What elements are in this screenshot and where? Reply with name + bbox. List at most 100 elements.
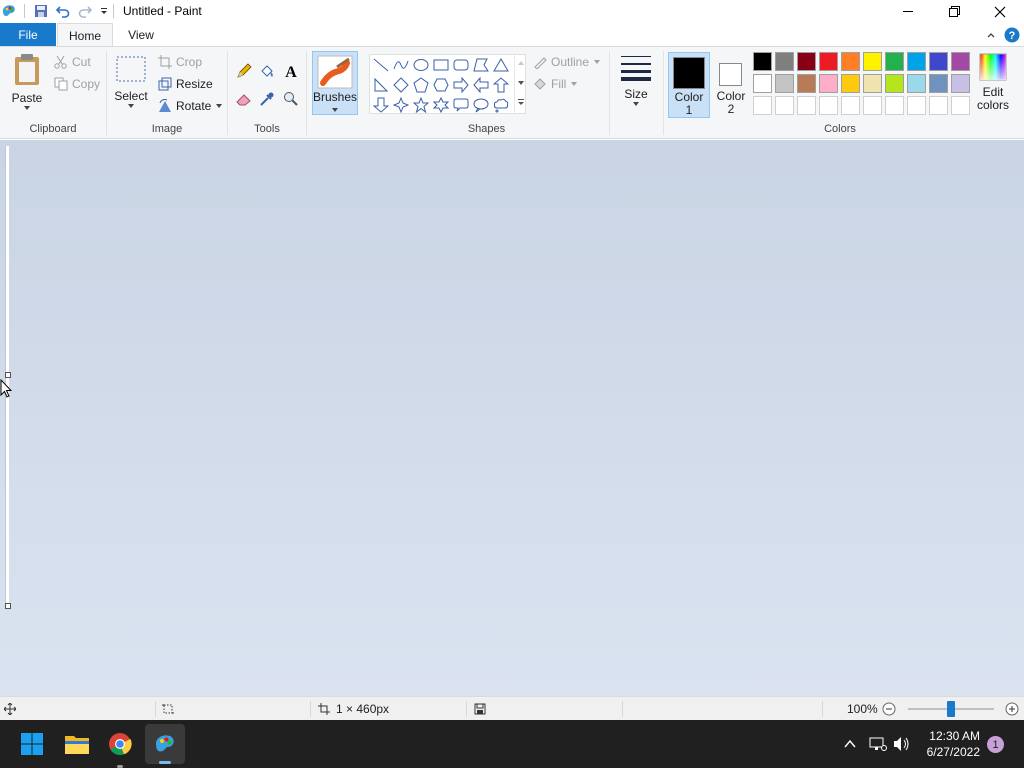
- rotate-button[interactable]: Rotate: [158, 96, 223, 116]
- zoom-in-icon[interactable]: [1005, 702, 1019, 716]
- shapes-scrollbar[interactable]: [514, 55, 526, 113]
- paint-app-icon[interactable]: [0, 2, 18, 20]
- palette-swatch[interactable]: [753, 52, 772, 71]
- resize-handle-corner[interactable]: [5, 603, 11, 609]
- resize-handle-right[interactable]: [5, 372, 11, 378]
- network-icon[interactable]: [869, 736, 887, 752]
- tab-file[interactable]: File: [0, 23, 56, 46]
- custom-color-slot[interactable]: [841, 96, 860, 115]
- line-shape-icon[interactable]: [371, 55, 391, 75]
- diamond-shape-icon[interactable]: [391, 75, 411, 95]
- custom-color-slot[interactable]: [929, 96, 948, 115]
- color-picker-icon[interactable]: [256, 88, 278, 110]
- rectangle-shape-icon[interactable]: [431, 55, 451, 75]
- palette-swatch[interactable]: [907, 52, 926, 71]
- restore-button[interactable]: [931, 0, 977, 23]
- paste-button[interactable]: Paste: [8, 53, 46, 119]
- oval-callout-shape-icon[interactable]: [471, 95, 491, 115]
- five-point-star-shape-icon[interactable]: [411, 95, 431, 115]
- palette-swatch[interactable]: [797, 52, 816, 71]
- palette-swatch[interactable]: [841, 52, 860, 71]
- right-triangle-shape-icon[interactable]: [371, 75, 391, 95]
- pencil-icon[interactable]: [233, 60, 255, 82]
- select-button[interactable]: Select: [114, 55, 148, 119]
- canvas-workspace[interactable]: [0, 140, 1024, 696]
- paint-taskbar-icon[interactable]: [145, 724, 185, 764]
- customize-qa-icon[interactable]: [95, 2, 113, 20]
- palette-swatch[interactable]: [819, 74, 838, 93]
- fill-icon[interactable]: [256, 60, 278, 82]
- custom-color-slot[interactable]: [775, 96, 794, 115]
- curve-shape-icon[interactable]: [391, 55, 411, 75]
- help-icon[interactable]: ?: [1003, 26, 1021, 44]
- palette-swatch[interactable]: [951, 74, 970, 93]
- scroll-up-icon[interactable]: [516, 59, 526, 67]
- palette-swatch[interactable]: [775, 74, 794, 93]
- size-button[interactable]: Size: [617, 53, 655, 117]
- undo-icon[interactable]: [54, 2, 72, 20]
- file-explorer-icon[interactable]: [61, 728, 93, 760]
- palette-swatch[interactable]: [863, 52, 882, 71]
- scroll-down-icon[interactable]: [516, 79, 526, 87]
- zoom-slider-thumb[interactable]: [947, 701, 955, 717]
- clock[interactable]: 12:30 AM 6/27/2022: [927, 728, 980, 760]
- brushes-button[interactable]: Brushes: [312, 51, 358, 115]
- custom-color-slot[interactable]: [797, 96, 816, 115]
- outline-button[interactable]: Outline: [533, 52, 601, 72]
- text-icon[interactable]: A: [280, 60, 302, 82]
- fill-button[interactable]: Fill: [533, 74, 578, 94]
- edit-colors-button[interactable]: Edit colors: [974, 53, 1012, 117]
- custom-color-slot[interactable]: [885, 96, 904, 115]
- left-arrow-shape-icon[interactable]: [471, 75, 491, 95]
- notification-badge[interactable]: 1: [987, 736, 1004, 753]
- show-hidden-icons-icon[interactable]: [843, 737, 857, 751]
- palette-swatch[interactable]: [907, 74, 926, 93]
- cut-button[interactable]: Cut: [54, 52, 91, 72]
- palette-swatch[interactable]: [929, 74, 948, 93]
- redo-icon[interactable]: [76, 2, 94, 20]
- oval-shape-icon[interactable]: [411, 55, 431, 75]
- resize-button[interactable]: Resize: [158, 74, 213, 94]
- right-arrow-shape-icon[interactable]: [451, 75, 471, 95]
- tab-home[interactable]: Home: [57, 23, 113, 47]
- chrome-icon[interactable]: [104, 728, 136, 768]
- volume-icon[interactable]: [893, 736, 911, 752]
- crop-button[interactable]: Crop: [158, 52, 202, 72]
- custom-color-slot[interactable]: [951, 96, 970, 115]
- rounded-callout-shape-icon[interactable]: [451, 95, 471, 115]
- eraser-icon[interactable]: [233, 88, 255, 110]
- palette-swatch[interactable]: [841, 74, 860, 93]
- hexagon-shape-icon[interactable]: [431, 75, 451, 95]
- close-button[interactable]: [977, 0, 1023, 23]
- palette-swatch[interactable]: [885, 52, 904, 71]
- custom-color-slot[interactable]: [863, 96, 882, 115]
- palette-swatch[interactable]: [819, 52, 838, 71]
- copy-button[interactable]: Copy: [54, 74, 100, 94]
- minimize-ribbon-icon[interactable]: [982, 26, 1000, 44]
- four-point-star-shape-icon[interactable]: [391, 95, 411, 115]
- six-point-star-shape-icon[interactable]: [431, 95, 451, 115]
- cloud-callout-shape-icon[interactable]: [491, 95, 511, 115]
- color1-button[interactable]: Color 1: [668, 52, 710, 118]
- minimize-button[interactable]: [885, 0, 931, 23]
- down-arrow-shape-icon[interactable]: [371, 95, 391, 115]
- tab-view[interactable]: View: [118, 23, 164, 46]
- windows-start-icon[interactable]: [16, 728, 48, 760]
- palette-swatch[interactable]: [753, 74, 772, 93]
- polygon-shape-icon[interactable]: [471, 55, 491, 75]
- magnifier-icon[interactable]: [280, 88, 302, 110]
- custom-color-slot[interactable]: [907, 96, 926, 115]
- triangle-shape-icon[interactable]: [491, 55, 511, 75]
- custom-color-slot[interactable]: [819, 96, 838, 115]
- palette-swatch[interactable]: [775, 52, 794, 71]
- gallery-expand-icon[interactable]: [516, 97, 526, 107]
- palette-swatch[interactable]: [863, 74, 882, 93]
- zoom-out-icon[interactable]: [882, 702, 896, 716]
- custom-color-slot[interactable]: [753, 96, 772, 115]
- save-icon[interactable]: [32, 2, 50, 20]
- palette-swatch[interactable]: [929, 52, 948, 71]
- palette-swatch[interactable]: [797, 74, 816, 93]
- color2-button[interactable]: Color 2: [711, 52, 751, 118]
- up-arrow-shape-icon[interactable]: [491, 75, 511, 95]
- palette-swatch[interactable]: [885, 74, 904, 93]
